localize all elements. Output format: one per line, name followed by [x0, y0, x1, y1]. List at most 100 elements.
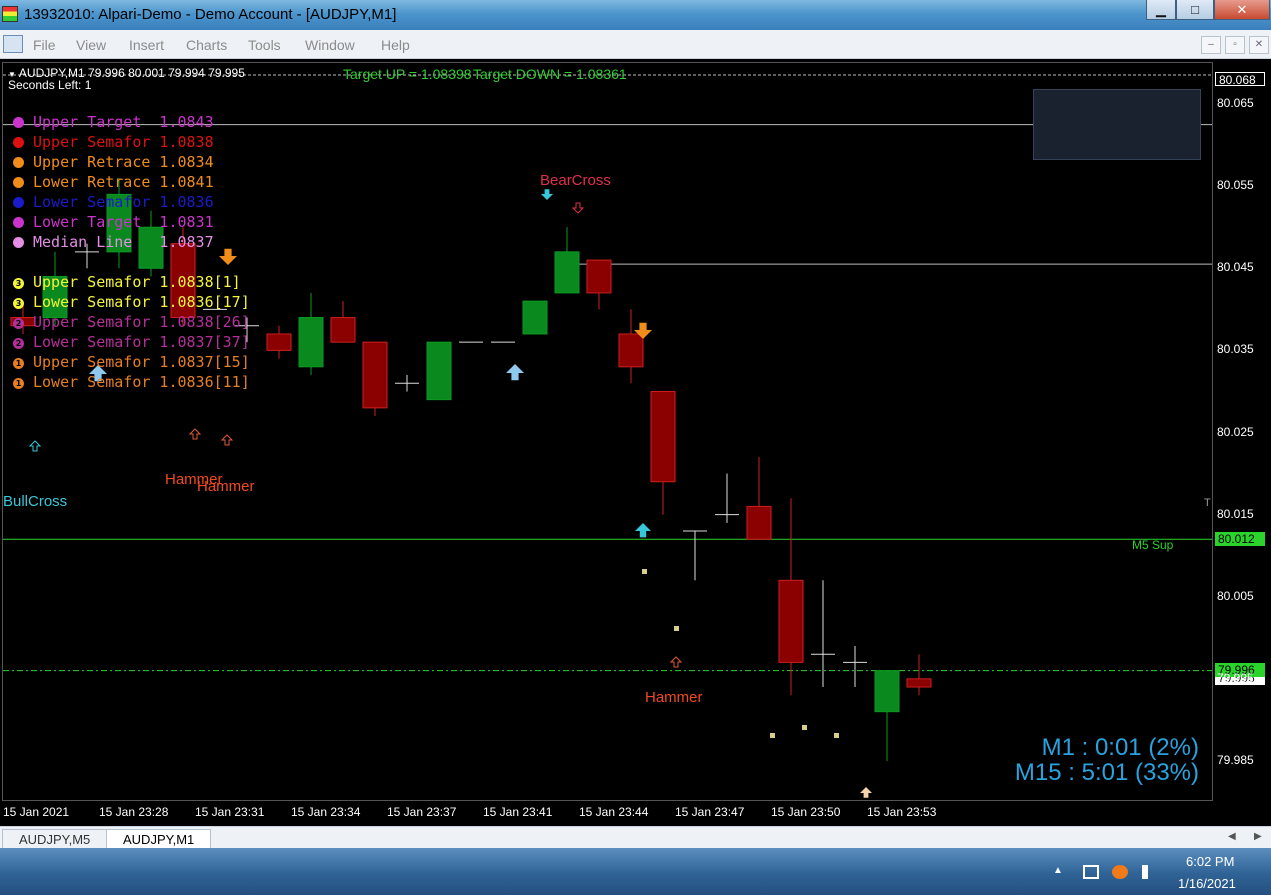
- mdi-close-button[interactable]: ✕: [1249, 36, 1269, 54]
- tab-audjpy-m1[interactable]: AUDJPY,M1: [106, 829, 212, 849]
- legend-level-row: Median Line 1.0837: [13, 233, 214, 251]
- tab-scroll-right-icon[interactable]: ▶: [1254, 831, 1262, 842]
- show-hidden-icons-icon[interactable]: ▲: [1053, 865, 1069, 879]
- legend-level-text: Upper Retrace 1.0834: [33, 153, 214, 171]
- menu-insert[interactable]: Insert: [129, 37, 164, 53]
- legend-semafor-row: 1 Upper Semafor 1.0837[15]: [13, 353, 250, 371]
- legend-level-text: Median Line 1.0837: [33, 233, 214, 251]
- down-arrow-icon: [541, 189, 553, 200]
- app-logo-icon: [2, 6, 18, 22]
- chart-tab-bar: AUDJPY,M5 AUDJPY,M1 ◀ ▶: [0, 826, 1271, 849]
- legend-semafor-text: Lower Semafor 1.0837[37]: [33, 333, 250, 351]
- price-tick-label: 80.015: [1217, 506, 1254, 521]
- menu-file[interactable]: File: [33, 37, 56, 53]
- time-tick-label: 15 Jan 23:31: [195, 805, 265, 819]
- legend-semafor-text: Upper Semafor 1.0838[1]: [33, 273, 241, 291]
- network-icon[interactable]: [1083, 865, 1099, 879]
- bullcross-label: BullCross: [3, 493, 68, 510]
- price-tick-label: 80.045: [1217, 260, 1254, 275]
- legend-level-text: Lower Retrace 1.0841: [33, 173, 214, 191]
- bear-candle: [906, 678, 932, 688]
- hollow-up-arrow-icon: [188, 428, 202, 440]
- price-tick-label: 80.025: [1217, 424, 1254, 439]
- t-marker: T: [1204, 497, 1211, 509]
- legend-semafor-row: 3 Upper Semafor 1.0838[1]: [13, 273, 241, 291]
- clock-time[interactable]: 6:02 PM: [1186, 854, 1234, 869]
- level-dot-icon: [13, 157, 24, 168]
- time-tick-label: 15 Jan 23:41: [483, 805, 553, 819]
- level-dot-icon: [13, 117, 24, 128]
- time-tick-label: 15 Jan 23:47: [675, 805, 745, 819]
- semafor-number-icon: 3: [13, 298, 24, 309]
- signal-dot: [802, 725, 807, 730]
- price-tick-label: 80.005: [1217, 588, 1254, 603]
- semafor-number-icon: 2: [13, 318, 24, 329]
- menu-view[interactable]: View: [76, 37, 106, 53]
- close-button[interactable]: ✕: [1214, 0, 1270, 20]
- title-bar: 13932010: Alpari-Demo - Demo Account - […: [0, 0, 1271, 30]
- tab-audjpy-m5[interactable]: AUDJPY,M5: [2, 829, 108, 849]
- level-dot-icon: [13, 177, 24, 188]
- legend-level-text: Lower Target 1.0831: [33, 213, 214, 231]
- overlay-rectangle[interactable]: [1033, 89, 1201, 160]
- menu-window[interactable]: Window: [305, 37, 355, 53]
- legend-level-row: Lower Semafor 1.0836: [13, 193, 214, 211]
- mdi-minimize-button[interactable]: –: [1201, 36, 1221, 54]
- legend-semafor-row: 1 Lower Semafor 1.0836[11]: [13, 373, 250, 391]
- target-up-label: Target UP = 1.08398: [343, 66, 472, 82]
- level-dot-icon: [13, 197, 24, 208]
- volume-muted-icon[interactable]: [1142, 865, 1158, 879]
- bull-candle: [298, 317, 324, 368]
- semafor-number-icon: 1: [13, 358, 24, 369]
- time-axis[interactable]: 15 Jan 2021 15 Jan 23:28 15 Jan 23:31 15 Ja…: [0, 801, 1271, 825]
- price-tick-label: 80.035: [1217, 342, 1254, 357]
- time-tick-label: 15 Jan 23:50: [771, 805, 841, 819]
- clock-date[interactable]: 1/16/2021: [1178, 876, 1236, 891]
- minimize-button[interactable]: ▁: [1146, 0, 1176, 20]
- price-tick-label: 79.985: [1217, 752, 1254, 767]
- semafor-number-icon: 2: [13, 338, 24, 349]
- os-taskbar: ▲ 6:02 PM 1/16/2021: [0, 848, 1271, 895]
- menu-help[interactable]: Help: [381, 37, 410, 53]
- signal-dot: [770, 733, 775, 738]
- hollow-up-arrow-icon: [669, 656, 683, 668]
- price-tick-label: 79.995: [1217, 670, 1254, 685]
- price-axis[interactable]: 80.068 79.995 80.012 79.996 80.065 80.055…: [1213, 62, 1271, 801]
- price-tick-label: 80.065: [1217, 96, 1254, 111]
- tab-scroll-left-icon[interactable]: ◀: [1228, 831, 1236, 842]
- legend-semafor-text: Lower Semafor 1.0836[11]: [33, 373, 250, 391]
- bear-candle: [778, 579, 804, 663]
- bull-candle: [554, 251, 580, 294]
- level-dot-icon: [13, 217, 24, 228]
- hammer-label: Hammer: [197, 478, 255, 495]
- menu-charts[interactable]: Charts: [186, 37, 227, 53]
- maximize-button[interactable]: □: [1176, 0, 1214, 20]
- hollow-up-arrow-icon: [220, 434, 234, 446]
- target-down-label: Target DOWN = 1.08361: [473, 66, 627, 82]
- m15-timer: M15 : 5:01 (33%): [1014, 759, 1199, 786]
- chart-window-icon[interactable]: [3, 35, 23, 53]
- bearcross-label: BearCross: [540, 172, 611, 189]
- legend-semafor-text: Upper Semafor 1.0837[15]: [33, 353, 250, 371]
- time-tick-label: 15 Jan 2021: [3, 805, 70, 819]
- legend-semafor-text: Upper Semafor 1.0838[26]: [33, 313, 250, 331]
- antivirus-icon[interactable]: [1112, 865, 1128, 879]
- legend-semafor-text: Lower Semafor 1.0836[17]: [33, 293, 250, 311]
- legend-semafor-row: 2 Upper Semafor 1.0838[26]: [13, 313, 250, 331]
- menu-tools[interactable]: Tools: [248, 37, 281, 53]
- m5-sup-label: M5 Sup: [1132, 538, 1174, 552]
- menu-bar: File View Insert Charts Tools Window Hel…: [0, 30, 1271, 59]
- legend-semafor-row: 2 Lower Semafor 1.0837[37]: [13, 333, 250, 351]
- level-dot-icon: [13, 137, 24, 148]
- price-chart[interactable]: ▼ AUDJPY,M1 79.996 80.001 79.994 79.995 S…: [2, 62, 1213, 801]
- legend-level-text: Upper Target 1.0843: [33, 113, 214, 131]
- m1-timer: M1 : 0:01 (2%): [1041, 734, 1199, 761]
- bear-candle: [618, 333, 644, 368]
- sup-price-tag: 80.012: [1215, 532, 1265, 546]
- mdi-restore-button[interactable]: ▫: [1225, 36, 1245, 54]
- time-tick-label: 15 Jan 23:34: [291, 805, 361, 819]
- signal-dot: [674, 626, 679, 631]
- bear-candle: [746, 505, 772, 540]
- bear-candle: [650, 390, 676, 483]
- bear-candle: [586, 259, 612, 294]
